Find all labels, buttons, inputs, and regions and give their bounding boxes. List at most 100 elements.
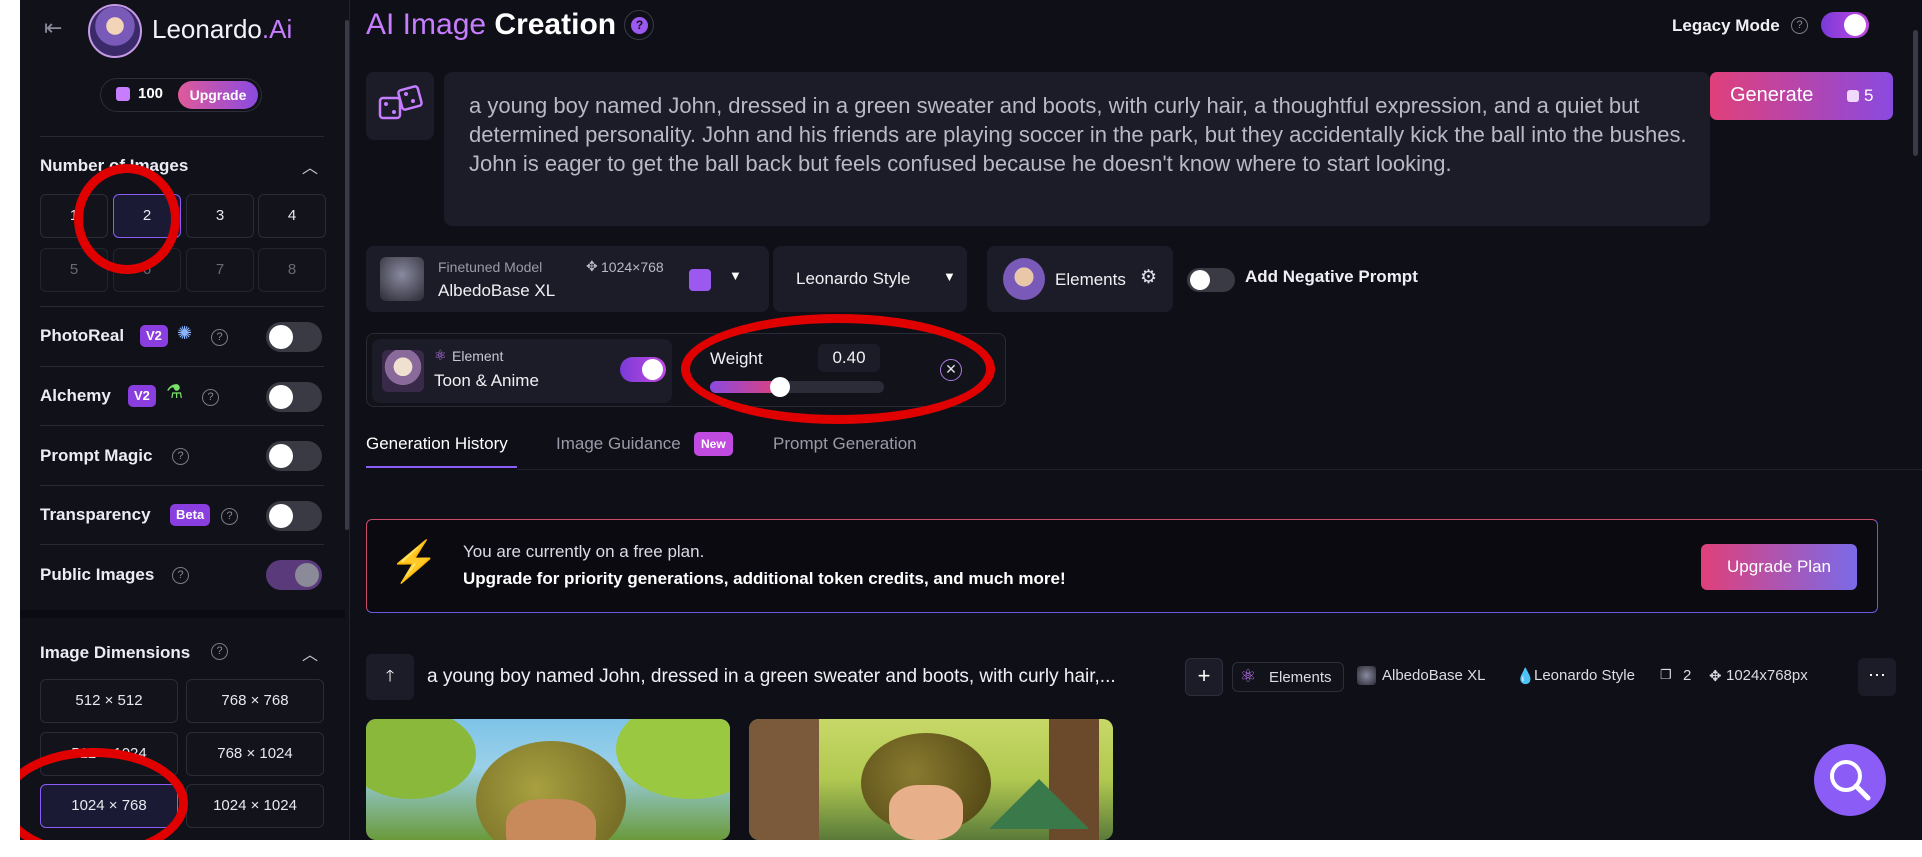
upgrade-button[interactable]: Upgrade	[178, 81, 258, 109]
generated-image-2[interactable]	[749, 719, 1113, 840]
prompt-magic-toggle[interactable]	[266, 441, 322, 471]
image-dimensions-help-icon[interactable]: ?	[211, 643, 228, 660]
toggle-knob	[269, 504, 293, 528]
move-icon: ✥	[1709, 668, 1722, 685]
divider	[40, 485, 324, 486]
sidebar-scrollbar[interactable]	[345, 20, 349, 530]
caret-down-icon[interactable]: ▼	[943, 269, 956, 284]
dimension-768x1024[interactable]: 768 × 1024	[186, 732, 324, 776]
transparency-toggle[interactable]	[266, 501, 322, 531]
weight-slider[interactable]	[710, 377, 884, 397]
size-tag: 1024x768px	[1726, 667, 1808, 684]
toggle-knob	[1844, 14, 1866, 36]
tree-foliage	[366, 719, 476, 799]
chevron-up-icon[interactable]: ︿	[302, 154, 318, 178]
caret-down-icon[interactable]: ▼	[729, 268, 742, 283]
dimension-512x1024[interactable]: 512 × 1024	[40, 732, 178, 776]
toggle-knob	[269, 444, 293, 468]
active-tab-underline	[366, 466, 517, 468]
public-images-toggle[interactable]	[266, 560, 322, 590]
dimension-512x512[interactable]: 512 × 512	[40, 679, 178, 723]
public-images-help-icon[interactable]: ?	[172, 567, 189, 584]
tabs-divider	[517, 469, 1922, 470]
legacy-mode-help-icon[interactable]: ?	[1791, 17, 1808, 34]
generate-cost: 5	[1864, 86, 1874, 105]
dimension-1024x1024[interactable]: 1024 × 1024	[186, 784, 324, 828]
main-scrollbar[interactable]	[1913, 30, 1918, 156]
remove-element-icon[interactable]: ✕	[940, 359, 962, 381]
generated-image-1[interactable]	[366, 719, 730, 840]
flask-icon: ⚗	[166, 382, 184, 403]
model-thumbnail	[380, 257, 424, 301]
gear-icon[interactable]: ⚙	[1140, 266, 1157, 289]
legacy-mode-toggle[interactable]	[1821, 12, 1869, 38]
divider	[40, 544, 324, 545]
photoreal-toggle[interactable]	[266, 322, 322, 352]
num-option-8[interactable]: 8	[258, 248, 326, 292]
negative-prompt-toggle[interactable]	[1187, 268, 1235, 292]
num-option-5[interactable]: 5	[40, 248, 108, 292]
style-selector[interactable]: Leonardo Style ▼	[773, 246, 967, 312]
num-option-6[interactable]: 6	[113, 248, 181, 292]
history-prompt[interactable]: a young boy named John, dressed in a gre…	[427, 666, 1116, 688]
dimension-768x768[interactable]: 768 × 768	[186, 679, 324, 723]
new-badge: New	[694, 432, 733, 456]
elements-tag[interactable]: ⚛ Elements	[1232, 662, 1344, 692]
app-window: ⇤ Leonardo.Ai 100 Upgrade Number of Imag…	[20, 0, 1922, 840]
transparency-help-icon[interactable]: ?	[221, 508, 238, 525]
generate-button[interactable]: Generate 5	[1710, 72, 1893, 120]
random-prompt-button[interactable]	[366, 72, 434, 140]
leonardo-logo-icon	[88, 4, 142, 58]
num-option-4[interactable]: 4	[258, 194, 326, 238]
sidebar: ⇤ Leonardo.Ai 100 Upgrade Number of Imag…	[20, 0, 350, 840]
model-tag-icon	[1357, 666, 1376, 685]
camera-icon: ✺	[177, 323, 193, 343]
chevron-up-icon[interactable]: ︿	[302, 641, 318, 665]
element-toon-anime[interactable]: ⚛ Element Toon & Anime	[372, 339, 672, 403]
tab-image-guidance[interactable]: Image Guidance	[556, 434, 681, 454]
element-toggle[interactable]	[620, 357, 666, 382]
dimension-1024x768[interactable]: 1024 × 768	[40, 784, 178, 828]
prompt-magic-label: Prompt Magic	[40, 446, 153, 465]
num-option-7[interactable]: 7	[186, 248, 254, 292]
prompt-magic-help-icon[interactable]: ?	[172, 448, 189, 465]
image-dimensions-label: Image Dimensions	[40, 643, 191, 662]
upgrade-plan-button[interactable]: Upgrade Plan	[1701, 544, 1857, 590]
num-option-1[interactable]: 1	[40, 194, 108, 238]
toggle-knob	[269, 325, 293, 349]
alchemy-help-icon[interactable]: ?	[202, 389, 219, 406]
tab-generation-history[interactable]: Generation History	[366, 434, 508, 454]
help-glyph: ?	[631, 17, 648, 34]
weight-slider-knob[interactable]	[770, 377, 790, 397]
add-button[interactable]: +	[1185, 658, 1223, 696]
alchemy-toggle[interactable]	[266, 382, 322, 412]
scroll-up-button[interactable]: 🡑	[366, 654, 414, 700]
prompt-box[interactable]: a young boy named John, dressed in a gre…	[444, 72, 1710, 226]
negative-prompt-label: Add Negative Prompt	[1245, 267, 1418, 286]
weight-value[interactable]: 0.40	[818, 344, 880, 372]
more-options-button[interactable]: ⋯	[1858, 658, 1896, 696]
tab-prompt-generation[interactable]: Prompt Generation	[773, 434, 917, 454]
elements-selector[interactable]: Elements ⚙	[987, 246, 1173, 312]
num-option-2[interactable]: 2	[113, 194, 181, 238]
collapse-sidebar-icon[interactable]: ⇤	[44, 17, 70, 40]
photoreal-help-icon[interactable]: ?	[211, 329, 228, 346]
style-tag: Leonardo Style	[1534, 667, 1635, 684]
search-icon	[1830, 760, 1871, 801]
search-help-button[interactable]	[1814, 744, 1886, 816]
prompt-text[interactable]: a young boy named John, dressed in a gre…	[469, 91, 1694, 178]
model-notes-icon[interactable]	[689, 269, 711, 291]
move-icon: ✥	[586, 258, 598, 274]
atom-icon: ⚛	[434, 347, 447, 363]
token-icon	[1847, 90, 1859, 102]
brand-suffix: .Ai	[261, 14, 293, 44]
photoreal-badge: V2	[140, 325, 168, 347]
model-selector[interactable]: Finetuned Model AlbedoBase XL ✥ 1024×768…	[366, 246, 769, 312]
photoreal-label: PhotoReal	[40, 326, 125, 345]
lightning-icon: ⚡	[389, 540, 439, 584]
title-help-icon[interactable]: ?	[624, 10, 654, 40]
divider	[40, 306, 324, 307]
brand-name: Leonardo.Ai	[152, 14, 292, 45]
num-option-3[interactable]: 3	[186, 194, 254, 238]
brand-main: Leonardo	[152, 14, 262, 44]
